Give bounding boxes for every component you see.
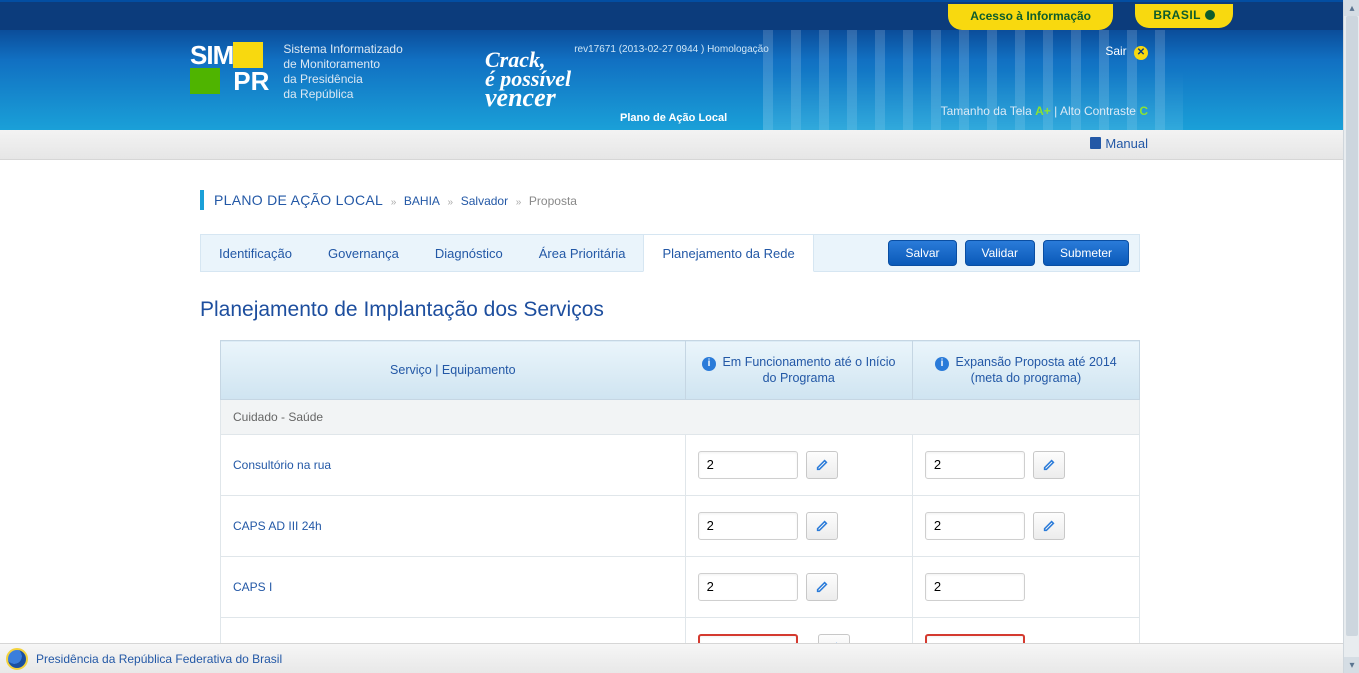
tab-identificacao[interactable]: Identificação	[201, 235, 310, 271]
footer-text: Presidência da República Federativa do B…	[36, 652, 282, 666]
breadcrumb: PLANO DE AÇÃO LOCAL » BAHIA » Salvador »…	[200, 190, 1140, 210]
brasil-label: BRASIL	[1153, 8, 1201, 22]
tab-planejamento-rede[interactable]: Planejamento da Rede	[643, 234, 813, 272]
revision-label: rev17671 (2013-02-27 0944 ) Homologação	[574, 44, 769, 55]
service-name[interactable]: Consultório na rua	[221, 434, 686, 495]
brasil-link[interactable]: BRASIL	[1135, 4, 1233, 28]
tab-governanca[interactable]: Governança	[310, 235, 417, 271]
col-servico: Serviço | Equipamento	[221, 341, 686, 400]
funcionamento-input[interactable]	[698, 512, 798, 540]
expansao-input[interactable]	[925, 512, 1025, 540]
table-row: Consultório na rua	[221, 434, 1140, 495]
edit-button[interactable]	[1033, 512, 1065, 540]
logo-subtitle-4: da República	[283, 87, 402, 102]
tab-diagnostico[interactable]: Diagnóstico	[417, 235, 521, 271]
breadcrumb-city[interactable]: Salvador	[461, 194, 508, 208]
expansao-input[interactable]	[925, 573, 1025, 601]
funcionamento-input[interactable]	[698, 451, 798, 479]
service-name[interactable]: CAPS I	[221, 556, 686, 617]
service-name[interactable]: CAPS AD III 24h	[221, 495, 686, 556]
accessibility-links: Tamanho da Tela A+ | Alto Contraste C	[941, 104, 1148, 118]
acesso-informacao-link[interactable]: Acesso à Informação	[948, 4, 1113, 30]
font-size-button[interactable]: A+	[1035, 104, 1051, 118]
plano-label: Plano de Ação Local	[620, 112, 727, 124]
app-logo: SIM PR Sistema Informatizado de Monitora…	[190, 42, 403, 102]
edit-button[interactable]	[806, 451, 838, 479]
logout-label: Sair	[1105, 44, 1126, 58]
tab-area-prioritaria[interactable]: Área Prioritária	[521, 235, 644, 271]
edit-button[interactable]	[1033, 451, 1065, 479]
info-icon[interactable]: i	[935, 357, 949, 371]
book-icon	[1090, 137, 1101, 149]
banner: rev17671 (2013-02-27 0944 ) Homologação …	[0, 30, 1343, 130]
edit-button[interactable]	[806, 512, 838, 540]
logo-subtitle-2: de Monitoramento	[283, 57, 402, 72]
vertical-scrollbar[interactable]: ▴ ▾	[1343, 0, 1359, 673]
contrast-button[interactable]: C	[1139, 104, 1148, 118]
category-row: Cuidado - Saúde	[221, 399, 1140, 434]
scroll-up-icon[interactable]: ▴	[1344, 0, 1359, 16]
section-title: Planejamento de Implantação dos Serviços	[200, 298, 1140, 322]
services-table: Serviço | Equipamento i Em Funcionamento…	[220, 340, 1140, 673]
scroll-thumb[interactable]	[1346, 16, 1358, 636]
logout-icon: ✕	[1134, 46, 1148, 60]
contrast-label: Alto Contraste	[1060, 104, 1136, 118]
funcionamento-input[interactable]	[698, 573, 798, 601]
font-size-label: Tamanho da Tela	[941, 104, 1032, 118]
edit-button[interactable]	[806, 573, 838, 601]
scroll-down-icon[interactable]: ▾	[1344, 657, 1359, 673]
category-label: Cuidado - Saúde	[221, 399, 1140, 434]
breadcrumb-root[interactable]: PLANO DE AÇÃO LOCAL	[214, 192, 383, 208]
col-funcionamento: i Em Funcionamento até o Início do Progr…	[685, 341, 912, 400]
table-row: CAPS I	[221, 556, 1140, 617]
campaign-logo: Crack, é possível vencer	[485, 50, 571, 107]
manual-label: Manual	[1105, 136, 1148, 151]
table-row: CAPS AD III 24h	[221, 495, 1140, 556]
info-icon[interactable]: i	[702, 357, 716, 371]
logo-subtitle-3: da Presidência	[283, 72, 402, 87]
expansao-input[interactable]	[925, 451, 1025, 479]
submit-button[interactable]: Submeter	[1043, 240, 1129, 266]
breadcrumb-state[interactable]: BAHIA	[404, 194, 440, 208]
footer: Presidência da República Federativa do B…	[0, 643, 1343, 673]
seal-icon	[6, 648, 28, 670]
brasil-flag-icon	[1205, 10, 1215, 20]
toolbar: Manual	[0, 130, 1343, 160]
breadcrumb-current: Proposta	[529, 194, 577, 208]
gov-bar: Acesso à Informação BRASIL	[0, 0, 1343, 30]
col-expansao: i Expansão Proposta até 2014 (meta do pr…	[912, 341, 1139, 400]
logout-link[interactable]: Sair ✕	[1105, 44, 1148, 60]
tab-row: Identificação Governança Diagnóstico Áre…	[200, 234, 1140, 272]
validate-button[interactable]: Validar	[965, 240, 1035, 266]
manual-link[interactable]: Manual	[1090, 136, 1148, 151]
logo-subtitle-1: Sistema Informatizado	[283, 42, 402, 57]
save-button[interactable]: Salvar	[888, 240, 956, 266]
main-content: PLANO DE AÇÃO LOCAL » BAHIA » Salvador »…	[0, 160, 1140, 673]
